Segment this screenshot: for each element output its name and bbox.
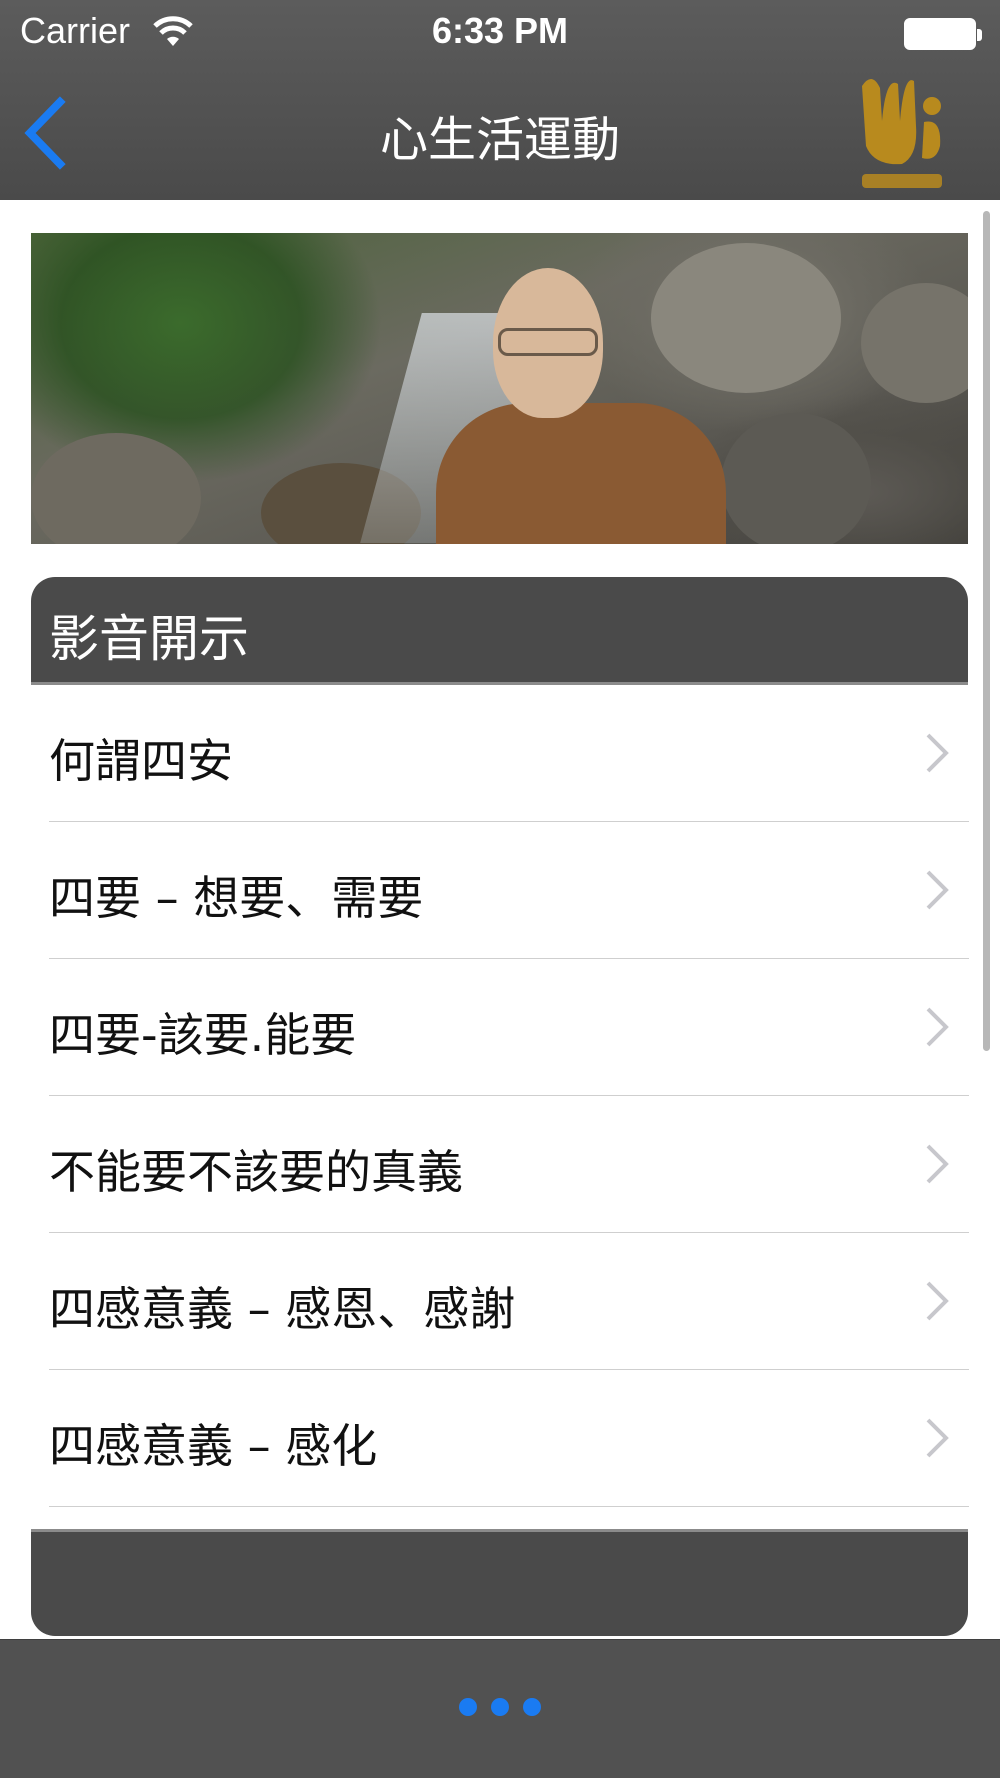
list-item[interactable]: 四要 – 想要、需要 — [0, 822, 1000, 959]
list-item[interactable]: 四感意義 – 感化 — [0, 1370, 1000, 1507]
chevron-right-icon — [926, 1281, 949, 1321]
list-item[interactable]: 四感意義 – 感恩、感謝 — [0, 1233, 1000, 1370]
status-time: 6:33 PM — [431, 10, 569, 51]
more-dots-icon[interactable] — [0, 1698, 1000, 1720]
battery-icon — [904, 18, 982, 50]
section-title: 影音開示 — [49, 610, 249, 668]
list-item-label: 四感意義 – 感化 — [49, 1419, 378, 1473]
chevron-right-icon — [926, 870, 949, 910]
page-title: 心生活運動 — [379, 112, 620, 168]
list-item[interactable]: 四要-該要.能要 — [0, 959, 1000, 1096]
dharma-drum-logo-icon — [862, 78, 942, 188]
bottom-toolbar — [0, 1639, 1000, 1778]
list-item-label: 四要-該要.能要 — [49, 1008, 357, 1062]
dot — [459, 1698, 477, 1716]
chevron-right-icon — [926, 733, 949, 773]
list-item[interactable]: 何謂四安 — [0, 685, 1000, 822]
chevron-right-icon — [926, 1144, 949, 1184]
chevron-right-icon — [926, 1007, 949, 1047]
list-item-label: 不能要不該要的真義 — [49, 1145, 463, 1199]
row-divider — [49, 1506, 969, 1507]
navigation-bar: Carrier 6:33 PM 心生活運動 — [0, 0, 1000, 200]
dot — [491, 1698, 509, 1716]
banner-photo — [31, 233, 968, 544]
section-header: 影音開示 — [31, 577, 968, 685]
section-footer — [31, 1529, 968, 1636]
list-item-label: 四要 – 想要、需要 — [49, 871, 424, 925]
dot — [523, 1698, 541, 1716]
list-item[interactable]: 不能要不該要的真義 — [0, 1096, 1000, 1233]
list-item-label: 何謂四安 — [49, 734, 233, 788]
chevron-right-icon — [926, 1418, 949, 1458]
status-bar: Carrier 6:33 PM — [0, 0, 1000, 70]
list-item-label: 四感意義 – 感恩、感謝 — [49, 1282, 516, 1336]
video-list: 何謂四安 四要 – 想要、需要 四要-該要.能要 不能要不該要的真義 四感意義 … — [0, 685, 1000, 1507]
